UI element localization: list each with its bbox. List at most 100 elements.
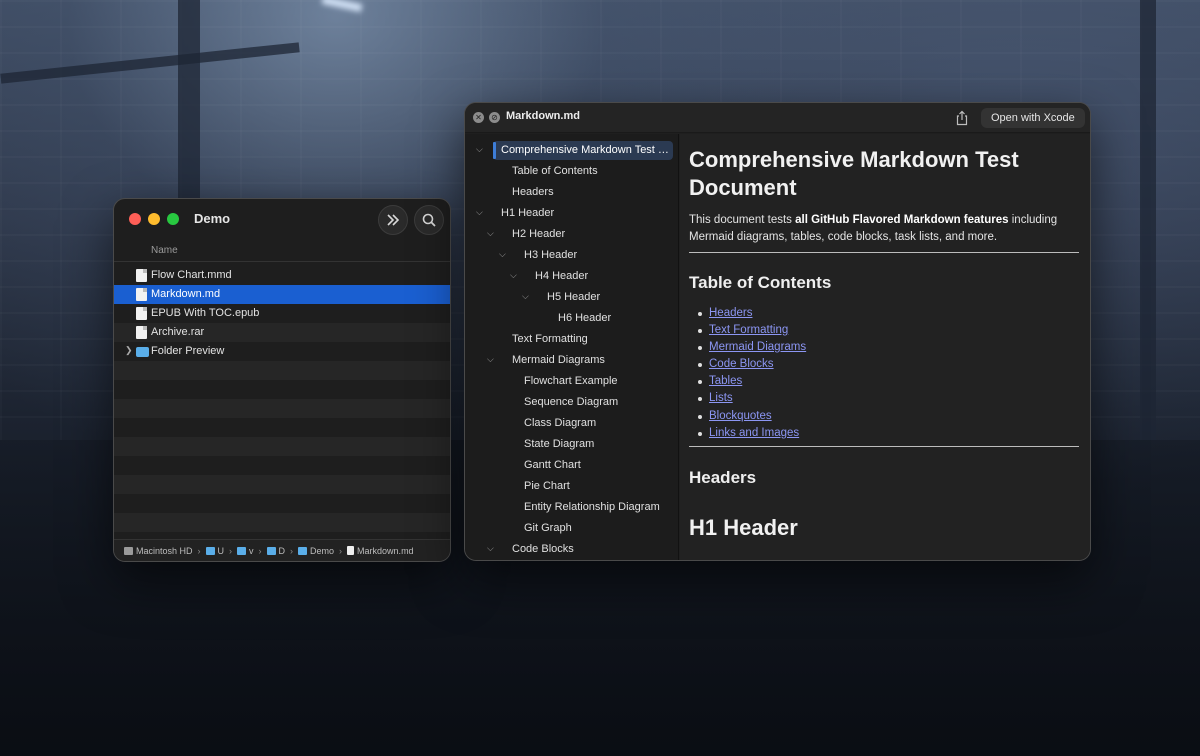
toc-link-list: Headers Text Formatting Mermaid Diagrams… xyxy=(697,305,806,442)
file-row[interactable]: ❯ Folder Preview xyxy=(114,342,450,361)
document-icon xyxy=(136,307,147,320)
outline-item[interactable]: ⌵ Comprehensive Markdown Test Document xyxy=(465,140,678,161)
outline-item[interactable]: ⌵ Mermaid Diagrams xyxy=(465,350,678,371)
file-name: Folder Preview xyxy=(151,345,225,357)
path-crumb[interactable]: D xyxy=(266,546,285,556)
path-crumb[interactable]: v xyxy=(237,546,254,556)
outline-item[interactable]: State Diagram xyxy=(465,434,678,455)
h1-heading: H1 Header xyxy=(689,515,798,540)
open-with-xcode-button[interactable]: Open with Xcode xyxy=(981,108,1085,128)
outline-item-label: Sequence Diagram xyxy=(524,396,619,408)
intro-bold-text: all GitHub Flavored Markdown features xyxy=(795,214,1009,226)
folder-icon xyxy=(266,546,276,555)
path-crumb[interactable]: Markdown.md xyxy=(347,546,414,556)
share-icon[interactable] xyxy=(955,110,969,126)
toc-link[interactable]: Lists xyxy=(709,392,733,404)
outline-item[interactable]: ⌵ Code Blocks xyxy=(465,539,678,560)
outline-item[interactable]: Headers xyxy=(465,182,678,203)
outline-item[interactable]: Table of Contents xyxy=(465,161,678,182)
file-row[interactable]: Markdown.md xyxy=(114,285,450,304)
outline-item[interactable]: Flowchart Example xyxy=(465,371,678,392)
name-column-header[interactable]: Name xyxy=(114,241,450,262)
toc-link[interactable]: Links and Images xyxy=(709,427,799,439)
toc-link[interactable]: Text Formatting xyxy=(709,324,788,336)
toc-link[interactable]: Headers xyxy=(709,307,752,319)
path-separator: › xyxy=(197,545,201,556)
zoom-window-button[interactable] xyxy=(167,213,179,225)
outline-item-label: H6 Header xyxy=(558,312,612,324)
outline-item[interactable]: ⌵ H2 Header xyxy=(465,224,678,245)
document-title: Comprehensive Markdown Test Document xyxy=(689,147,1019,200)
outline-item-label: Table of Contents xyxy=(512,165,598,177)
markdown-content: Comprehensive Markdown Test Document Thi… xyxy=(680,134,1090,560)
outline-item[interactable]: ⌵ H5 Header xyxy=(465,287,678,308)
list-item: Lists xyxy=(697,390,806,407)
document-icon xyxy=(136,288,147,301)
file-row[interactable]: EPUB With TOC.epub xyxy=(114,304,450,323)
outline-item-label: Code Blocks xyxy=(512,543,574,555)
close-icon[interactable]: ✕ xyxy=(473,112,484,123)
background-beam xyxy=(178,0,200,205)
outline-item[interactable]: ⌵ H3 Header xyxy=(465,245,678,266)
toc-link[interactable]: Code Blocks xyxy=(709,358,774,370)
toc-link[interactable]: Blockquotes xyxy=(709,410,772,422)
chevron-down-icon[interactable]: ⌵ xyxy=(499,249,506,260)
outline-item[interactable]: ⌵ H4 Header xyxy=(465,266,678,287)
list-item: Tables xyxy=(697,373,806,390)
toc-link[interactable]: Tables xyxy=(709,375,742,387)
toc-heading: Table of Contents xyxy=(689,273,832,292)
outline-item[interactable]: Pie Chart xyxy=(465,476,678,497)
outline-item-label: Git Graph xyxy=(524,522,572,534)
block-icon[interactable]: ⊘ xyxy=(489,112,500,123)
outline-item-label: H2 Header xyxy=(512,228,566,240)
file-name: Flow Chart.mmd xyxy=(151,269,232,281)
finder-title: Demo xyxy=(194,211,231,226)
chevron-down-icon[interactable]: ⌵ xyxy=(476,207,483,218)
toc-link[interactable]: Mermaid Diagrams xyxy=(709,341,806,353)
search-button[interactable] xyxy=(414,205,444,235)
outline-item[interactable]: ⌵ H1 Header xyxy=(465,203,678,224)
chevron-down-icon[interactable]: ⌵ xyxy=(487,354,494,365)
outline-item-label: H1 Header xyxy=(501,207,555,219)
minimize-window-button[interactable] xyxy=(148,213,160,225)
outline-item[interactable]: Text Formatting xyxy=(465,329,678,350)
outline-item[interactable]: Class Diagram xyxy=(465,413,678,434)
file-row[interactable]: Archive.rar xyxy=(114,323,450,342)
close-window-button[interactable] xyxy=(129,213,141,225)
path-crumb[interactable]: Macintosh HD xyxy=(124,546,193,556)
disclosure-chevron-icon[interactable]: ❯ xyxy=(125,345,133,356)
more-toolbar-button[interactable] xyxy=(378,205,408,235)
outline-item-label: Pie Chart xyxy=(524,480,570,492)
outline-item[interactable]: Entity Relationship Diagram xyxy=(465,497,678,518)
outline-item[interactable]: Git Graph xyxy=(465,518,678,539)
background-beam xyxy=(1140,0,1156,440)
outline-item[interactable]: Gantt Chart xyxy=(465,455,678,476)
chevron-down-icon[interactable]: ⌵ xyxy=(487,228,494,239)
chevron-down-icon[interactable]: ⌵ xyxy=(476,144,483,155)
chevron-down-icon[interactable]: ⌵ xyxy=(522,291,529,302)
outline-item-label: Headers xyxy=(512,186,554,198)
outline-item[interactable]: H6 Header xyxy=(465,308,678,329)
horizontal-rule xyxy=(689,446,1079,447)
outline-item-label: Mermaid Diagrams xyxy=(512,354,605,366)
path-separator: › xyxy=(229,545,233,556)
intro-paragraph: This document tests all GitHub Flavored … xyxy=(689,214,1058,243)
file-name: Markdown.md xyxy=(151,288,221,300)
disk-icon xyxy=(124,546,133,555)
chevron-down-icon[interactable]: ⌵ xyxy=(510,270,517,281)
document-icon xyxy=(136,269,147,282)
file-name: Archive.rar xyxy=(151,326,205,338)
outline-item-label: H5 Header xyxy=(547,291,601,303)
preview-titlebar: ✕ ⊘ Markdown.md Open with Xcode xyxy=(465,103,1090,133)
path-crumb[interactable]: U xyxy=(205,546,224,556)
markdown-preview-window: ✕ ⊘ Markdown.md Open with Xcode ⌵ Compre… xyxy=(464,102,1091,561)
list-item: Code Blocks xyxy=(697,356,806,373)
path-crumb[interactable]: Demo xyxy=(298,546,334,556)
chevron-down-icon[interactable]: ⌵ xyxy=(487,543,494,554)
file-row[interactable]: Flow Chart.mmd xyxy=(114,266,450,285)
finder-window: Demo Name Flow Chart.mmd Markdown.md EPU… xyxy=(113,198,451,562)
finder-toolbar: Demo xyxy=(114,199,450,241)
outline-item[interactable]: Sequence Diagram xyxy=(465,392,678,413)
horizontal-rule xyxy=(689,252,1079,253)
path-separator: › xyxy=(290,545,294,556)
